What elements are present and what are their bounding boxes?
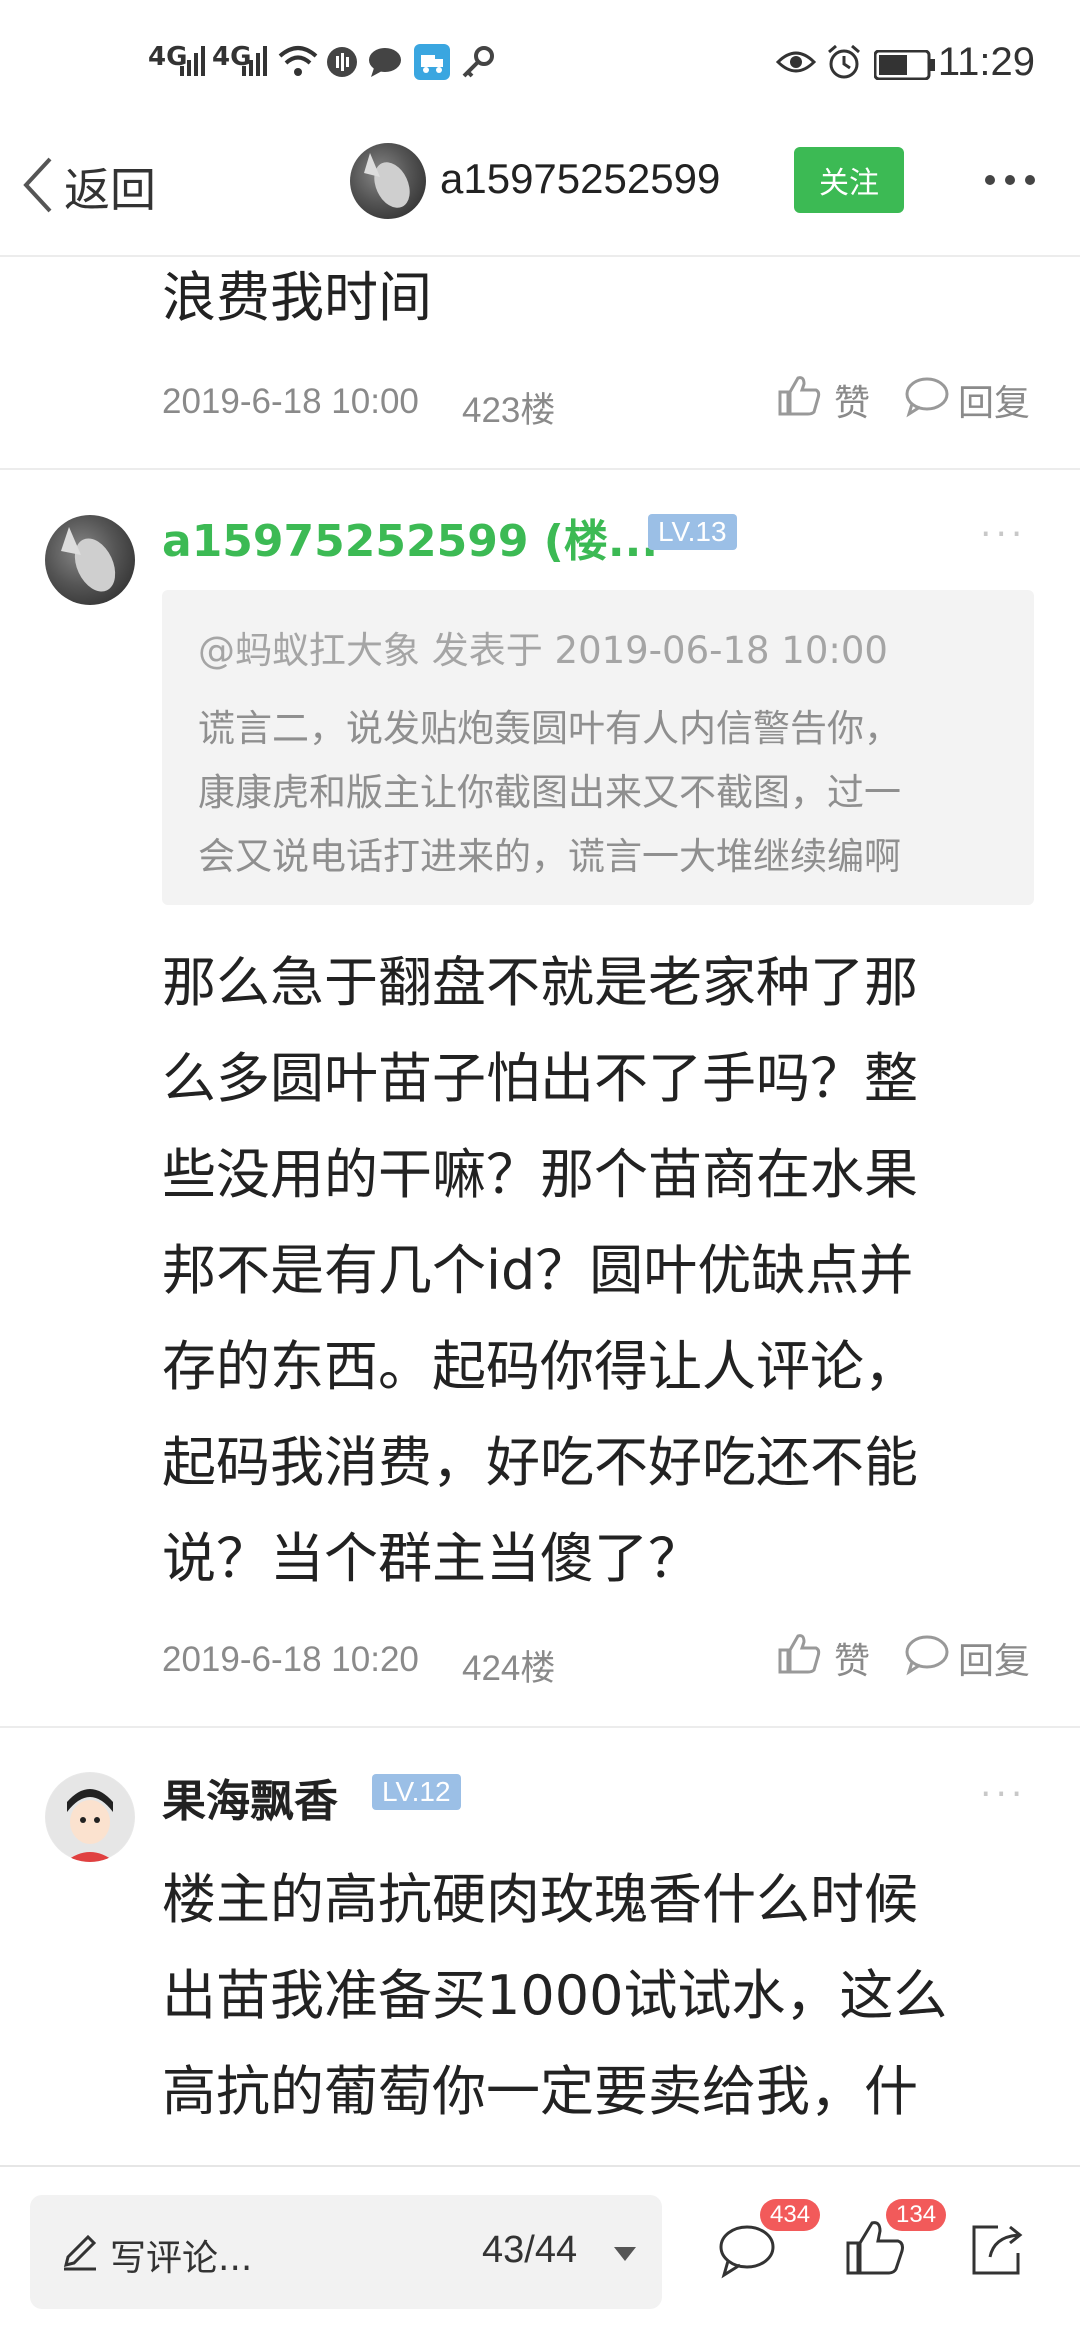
post-line: 出苗我准备买1000试试水，这么 — [162, 1964, 948, 2027]
dot-icon — [1005, 175, 1015, 185]
like-label: 赞 — [834, 382, 871, 424]
like-button-423[interactable]: 赞 — [776, 372, 870, 427]
message-icon — [368, 46, 402, 82]
voice-icon — [326, 46, 358, 82]
signal-icon — [178, 38, 208, 82]
quote-line: 谎言二，说发贴炮轰圆叶有人内信警告你， — [198, 707, 901, 750]
key-icon — [460, 44, 496, 84]
alarm-icon — [826, 44, 862, 84]
post-line: 存的东西。起码你得让人评论， — [162, 1335, 918, 1398]
post-floor-424: 424楼 — [462, 1649, 556, 1688]
like-count-badge: 134 — [886, 2199, 947, 2231]
quote-line: 会又说电话打进来的，谎言一大堆继续编啊 — [198, 835, 901, 878]
post-line: 些没用的干嘛？那个苗商在水果 — [162, 1143, 918, 1206]
like-label: 赞 — [834, 1640, 871, 1682]
avatar[interactable] — [45, 1772, 135, 1862]
level-badge: LV.13 — [648, 514, 737, 550]
dot-icon — [1025, 175, 1035, 185]
quote-header: @蚂蚁扛大象 发表于 2019-06-18 10:00 — [198, 629, 888, 672]
post-line: 那么急于翻盘不就是老家种了那 — [162, 951, 918, 1014]
post-line: 邦不是有几个id？圆叶优缺点并 — [162, 1239, 914, 1302]
thumbs-up-icon — [776, 372, 822, 427]
post-author-424[interactable]: a15975252599 (楼... — [162, 505, 658, 569]
divider — [0, 468, 1080, 470]
quoted-post[interactable]: @蚂蚁扛大象 发表于 2019-06-18 10:00 谎言二，说发贴炮轰圆叶有… — [162, 590, 1034, 905]
post-line: 高抗的葡萄你一定要卖给我，什 — [162, 2060, 918, 2123]
post-text-423: 浪费我时间 — [162, 266, 432, 329]
clock: 11:29 — [937, 40, 1035, 84]
caret-down-icon[interactable] — [612, 2245, 638, 2267]
post-line: 说？当个群主当傻了？ — [162, 1527, 702, 1590]
like-button-424[interactable]: 赞 — [776, 1630, 870, 1685]
signal-icon-2 — [240, 38, 270, 82]
back-button[interactable]: 返回 — [20, 147, 156, 227]
post-author-425[interactable]: 果海飘香 — [162, 1765, 338, 1829]
post-line: 起码我消费，好吃不好吃还不能 — [162, 1431, 918, 1494]
quote-line: 康康虎和版主让你截图出来又不截图，过一 — [198, 771, 901, 814]
battery-icon — [873, 49, 936, 84]
comment-bubble-icon — [904, 372, 950, 427]
avatar[interactable] — [350, 143, 426, 219]
reply-button-423[interactable]: 回复 — [904, 372, 1030, 427]
follow-button[interactable]: 关注 — [794, 147, 904, 213]
page-indicator[interactable]: 43/44 — [482, 2229, 577, 2272]
reply-button-424[interactable]: 回复 — [904, 1630, 1030, 1685]
reply-label: 回复 — [958, 382, 1031, 424]
pencil-icon — [60, 2231, 100, 2275]
dot-icon — [985, 175, 995, 185]
nav-username[interactable]: a15975252599 — [440, 155, 720, 203]
more-options-icon[interactable]: ··· — [980, 514, 1026, 555]
post-body-424: 那么急于翻盘不就是老家种了那 么多圆叶苗子怕出不了手吗？整 些没用的干嘛？那个苗… — [162, 935, 918, 1607]
eye-icon — [775, 48, 817, 80]
more-options-icon[interactable]: ··· — [980, 1774, 1026, 1815]
avatar[interactable] — [45, 515, 135, 605]
thumbs-up-icon — [776, 1630, 822, 1685]
post-line: 么多圆叶苗子怕出不了手吗？整 — [162, 1047, 918, 1110]
chevron-left-icon — [20, 155, 56, 219]
more-options-button[interactable] — [975, 145, 1045, 215]
post-time-424: 2019-6-18 10:20 — [162, 1640, 419, 1679]
post-line: 楼主的高抗硬肉玫瑰香什么时候 — [162, 1868, 918, 1931]
post-floor-423: 423楼 — [462, 391, 556, 430]
status-bar: 4G 4G 11:29 — [0, 0, 1080, 120]
comment-bubble-icon — [904, 1630, 950, 1685]
reply-label: 回复 — [958, 1640, 1031, 1682]
level-badge: LV.12 — [372, 1774, 461, 1810]
delivery-icon — [414, 44, 450, 84]
nav-bar: 返回 a15975252599 关注 — [0, 125, 1080, 257]
comment-placeholder: 写评论... — [110, 2238, 253, 2279]
back-label: 返回 — [64, 163, 156, 217]
share-button[interactable] — [968, 2219, 1028, 2283]
divider — [0, 1726, 1080, 1728]
wifi-icon — [278, 44, 318, 84]
post-body-425: 楼主的高抗硬肉玫瑰香什么时候 出苗我准备买1000试试水，这么 高抗的葡萄你一定… — [162, 1852, 947, 2140]
comment-count-badge: 434 — [760, 2199, 821, 2231]
bottom-bar: 写评论... 43/44 434 134 — [0, 2165, 1080, 2342]
comment-input[interactable]: 写评论... 43/44 — [30, 2195, 662, 2309]
post-time-423: 2019-6-18 10:00 — [162, 382, 419, 421]
